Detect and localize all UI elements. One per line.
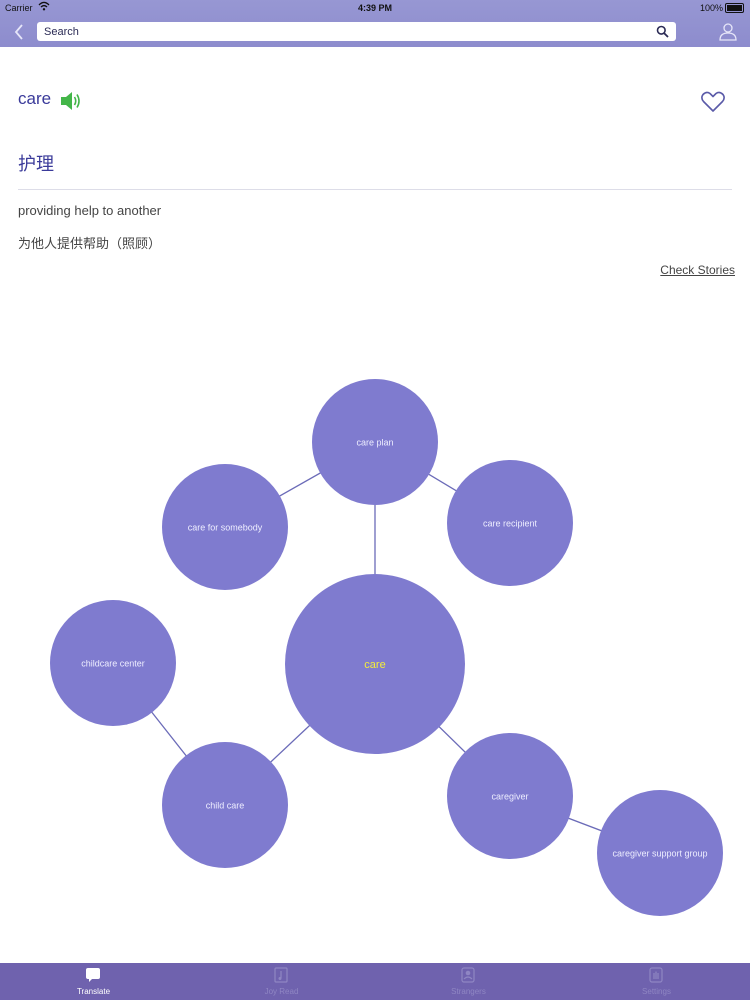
graph-node-label: care recipient	[483, 518, 538, 528]
tab-bar: Translate Joy Read Strangers Settings	[0, 963, 750, 1000]
search-icon[interactable]	[656, 25, 669, 38]
search-input[interactable]	[44, 22, 644, 41]
status-bar: Carrier 4:39 PM 100%	[0, 0, 750, 16]
clock: 4:39 PM	[357, 3, 392, 13]
graph-node-label: caregiver support group	[612, 848, 707, 858]
battery-icon	[725, 3, 744, 13]
entry-word: care	[18, 89, 52, 108]
word-graph: care plan care for somebody care recipie…	[50, 379, 723, 916]
graph-node-caregiver[interactable]: caregiver	[447, 733, 573, 859]
tab-settings[interactable]: Settings	[563, 963, 750, 1000]
tab-label: Translate	[76, 987, 111, 996]
graph-node-label: childcare center	[81, 658, 145, 668]
definition-chinese: 为他人提供帮助（照顾）	[18, 237, 162, 252]
back-button[interactable]	[10, 22, 30, 42]
search-bar[interactable]	[37, 22, 676, 41]
graph-node-childcare-center[interactable]: childcare center	[50, 600, 176, 726]
entry-translation: 护理	[18, 154, 54, 175]
strangers-icon	[461, 967, 475, 983]
graph-node-caregiver-support-group[interactable]: caregiver support group	[597, 790, 723, 916]
settings-hand-icon	[649, 967, 663, 983]
tab-label: Settings	[642, 987, 671, 996]
tab-strangers[interactable]: Strangers	[375, 963, 562, 1000]
book-music-icon	[274, 967, 288, 983]
tab-translate[interactable]: Translate	[0, 963, 187, 1000]
definition-english: providing help to another	[18, 203, 162, 218]
top-bar: Carrier 4:39 PM 100%	[0, 0, 750, 47]
battery-percent: 100%	[699, 3, 723, 13]
tab-label: Strangers	[451, 987, 486, 996]
divider	[18, 189, 732, 190]
graph-node-label: child care	[206, 800, 245, 810]
check-stories-link[interactable]: Check Stories	[660, 263, 735, 277]
graph-node-label: care for somebody	[188, 522, 263, 532]
graph-node-care-plan[interactable]: care plan	[312, 379, 438, 505]
speaker-icon[interactable]	[59, 89, 83, 113]
graph-node-child-care[interactable]: child care	[162, 742, 288, 868]
graph-node-care-recipient[interactable]: care recipient	[447, 460, 573, 586]
tab-label: Joy Read	[264, 987, 299, 996]
user-icon[interactable]	[718, 21, 738, 41]
graph-node-label: care plan	[356, 437, 393, 447]
graph-node-center-care[interactable]: care	[285, 574, 465, 754]
graph-center-label: care	[364, 659, 385, 671]
graph-node-label: caregiver	[491, 791, 528, 801]
translate-icon	[86, 968, 100, 982]
graph-node-care-for-somebody[interactable]: care for somebody	[162, 464, 288, 590]
tab-joy-read[interactable]: Joy Read	[188, 963, 375, 1000]
favorite-heart-icon[interactable]	[700, 89, 726, 115]
